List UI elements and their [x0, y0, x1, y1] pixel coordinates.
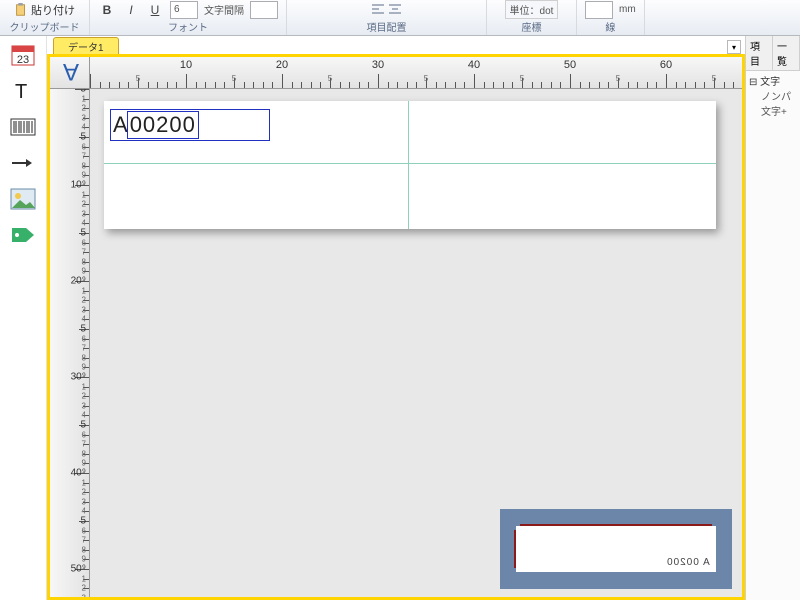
- tree-child-1[interactable]: ノンパ: [749, 88, 797, 103]
- align-center-icon[interactable]: [388, 3, 402, 17]
- tab-dropdown[interactable]: ▾: [727, 40, 741, 54]
- text-number: 00200: [127, 111, 199, 139]
- line-group-title: 線: [605, 19, 615, 34]
- preview-text: A 00200: [666, 557, 710, 568]
- preview-panel: A 00200: [500, 509, 732, 589]
- svg-text:T: T: [15, 81, 27, 103]
- label-area[interactable]: A 00200: [104, 101, 716, 229]
- mm-label: mm: [619, 4, 636, 15]
- side-panel: 項目 一覧 ⊟ 文字 ノンパ 文字+: [745, 36, 800, 600]
- spacing-label: 文字間隔: [204, 2, 244, 17]
- unit-label[interactable]: 単位：dot: [505, 0, 559, 19]
- italic-button[interactable]: I: [122, 1, 140, 19]
- tool-tag[interactable]: [9, 222, 37, 248]
- paste-label: 貼り付け: [31, 2, 75, 18]
- vertical-ruler: 512345678910⁹12345678920⁹12345678930⁹123…: [50, 89, 90, 597]
- coord-group-title: 座標: [522, 19, 542, 34]
- tool-date[interactable]: 23: [9, 42, 37, 68]
- clipboard-group-title: クリップボード: [10, 19, 80, 34]
- tree-root[interactable]: ⊟ 文字: [749, 73, 797, 88]
- svg-text:A: A: [62, 60, 78, 85]
- align-group-title: 項目配置: [367, 19, 407, 34]
- ruler-origin[interactable]: A: [50, 57, 90, 89]
- horizontal-ruler: 5105205305405505605: [90, 57, 742, 89]
- tool-text[interactable]: T: [9, 78, 37, 104]
- tab-data1[interactable]: データ1: [53, 37, 119, 54]
- preview-arrow-h-icon: [520, 524, 712, 526]
- tool-line[interactable]: [9, 150, 37, 176]
- spacing-input[interactable]: [250, 1, 278, 19]
- bold-button[interactable]: B: [98, 1, 116, 19]
- text-prefix: A: [113, 112, 128, 138]
- side-col-items[interactable]: 項目: [746, 36, 773, 70]
- font-size-input[interactable]: 6: [170, 1, 198, 19]
- align-left-icon[interactable]: [371, 3, 385, 17]
- preview-arrow-v-icon: [514, 530, 516, 568]
- line-width-input[interactable]: [585, 1, 613, 19]
- tool-barcode[interactable]: [9, 114, 37, 140]
- side-col-list[interactable]: 一覧: [773, 36, 800, 70]
- font-group-title: フォント: [168, 19, 208, 34]
- design-canvas[interactable]: A 5105205305405505605 512345678910⁹12345…: [47, 54, 745, 600]
- tool-image[interactable]: [9, 186, 37, 212]
- paste-button[interactable]: 貼り付け: [10, 1, 79, 19]
- tree-child-2[interactable]: 文字+: [749, 103, 797, 118]
- text-object-selected[interactable]: A 00200: [110, 109, 270, 141]
- svg-text:23: 23: [17, 54, 29, 66]
- clipboard-icon: [14, 3, 28, 17]
- underline-button[interactable]: U: [146, 1, 164, 19]
